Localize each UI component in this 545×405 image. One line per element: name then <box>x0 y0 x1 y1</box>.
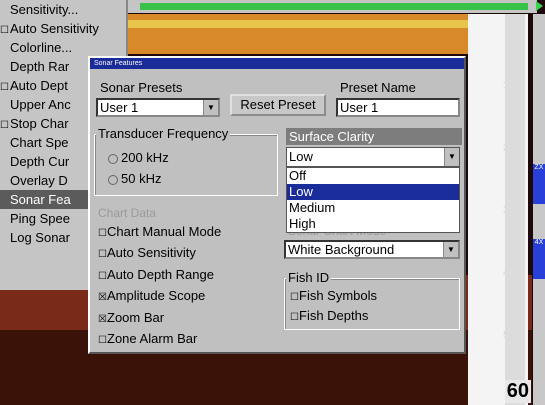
menu-item-label: Sonar Fea <box>10 192 71 207</box>
depth-label-40: 40 <box>503 268 515 279</box>
sonar-features-dialog: Sonar Features Sonar Presets User 1 ▼ Re… <box>88 56 466 354</box>
progress-strip <box>140 3 528 10</box>
menu-item-label: Sensitivity... <box>10 2 79 17</box>
sonar-presets-select[interactable]: User 1 ▼ <box>96 98 220 117</box>
option-low[interactable]: Low <box>287 184 459 200</box>
checkbox-chart-manual-mode[interactable]: ☐Chart Manual Mode <box>98 224 221 239</box>
preset-name-input[interactable]: User 1 <box>336 98 460 117</box>
menu-item-label: Auto Dept <box>10 78 68 93</box>
checkbox-fish-symbols[interactable]: ☐Fish Symbols <box>290 288 377 303</box>
surface-clarity-title: Surface Clarity <box>286 128 462 145</box>
radio-icon <box>108 153 118 164</box>
sonar-presets-value: User 1 <box>100 100 139 115</box>
top-status-bar <box>126 0 537 13</box>
radio-icon <box>108 174 118 185</box>
chevron-down-icon[interactable]: ▼ <box>443 242 458 257</box>
menu-item-label: Log Sonar <box>10 230 70 245</box>
checkbox-fish-depths[interactable]: ☐Fish Depths <box>290 308 368 323</box>
reset-preset-button[interactable]: Reset Preset <box>230 94 326 116</box>
checkbox-icon: ☐ <box>0 120 9 131</box>
checkbox-checked-icon: ☒ <box>98 314 107 325</box>
preset-name-label: Preset Name <box>340 80 416 95</box>
menu-item-sensitivity[interactable]: Sensitivity... <box>0 0 126 19</box>
radio-50khz[interactable]: 50 kHz <box>108 171 161 186</box>
checkbox-checked-icon: ☒ <box>98 292 107 303</box>
depth-label-10: 10 <box>503 80 515 91</box>
menu-item-label: Depth Rar <box>10 59 70 74</box>
chart-mode-select[interactable]: White Background ▼ <box>284 240 460 259</box>
menu-item-label: Ping Spee <box>10 211 70 226</box>
checkbox-icon: ☐ <box>98 335 107 346</box>
play-icon[interactable] <box>536 1 543 11</box>
depth-scale: ZX 4X <box>533 14 545 405</box>
transducer-frequency-title: Transducer Frequency <box>96 126 231 141</box>
checkbox-auto-depth-range[interactable]: ☐Auto Depth Range <box>98 267 214 282</box>
zoom-tab-top[interactable]: ZX <box>533 164 545 204</box>
chart-mode-value: White Background <box>288 242 395 257</box>
fish-id-title: Fish ID <box>286 270 332 285</box>
depth-label-20: 20 <box>503 143 515 154</box>
surface-clarity-options: Off Low Medium High <box>286 167 460 233</box>
checkbox-icon: ☐ <box>98 271 107 282</box>
surface-clarity-select[interactable]: Low ▼ <box>286 147 460 167</box>
option-off[interactable]: Off <box>287 168 459 184</box>
checkbox-auto-sensitivity[interactable]: ☐Auto Sensitivity <box>98 245 196 260</box>
checkbox-icon: ☐ <box>0 25 9 36</box>
chevron-down-icon[interactable]: ▼ <box>444 148 459 166</box>
depth-max-label: 60 <box>504 380 531 403</box>
zoom-tab-mid[interactable]: 4X <box>533 239 545 279</box>
menu-item-label: Auto Sensitivity <box>10 21 99 36</box>
radio-200khz[interactable]: 200 kHz <box>108 150 169 165</box>
chart-data-label: Chart Data <box>98 206 157 220</box>
menu-item-label: Stop Char <box>10 116 69 131</box>
depth-label-50: 50 <box>503 330 515 341</box>
sonar-screen: ZX 4X 10 20 30 40 50 60 Sensitivity... ☐… <box>0 0 545 405</box>
depth-label-30: 30 <box>503 205 515 216</box>
option-high[interactable]: High <box>287 216 459 232</box>
checkbox-icon: ☐ <box>98 228 107 239</box>
menu-item-label: Upper Anc <box>10 97 71 112</box>
menu-item-label: Colorline... <box>10 40 73 55</box>
menu-item-auto-sensitivity[interactable]: ☐Auto Sensitivity <box>0 19 126 38</box>
dialog-title: Sonar Features <box>90 58 464 69</box>
checkbox-icon: ☐ <box>290 312 299 323</box>
checkbox-zoom-bar[interactable]: ☒Zoom Bar <box>98 310 164 325</box>
checkbox-icon: ☐ <box>98 249 107 260</box>
menu-item-label: Chart Spe <box>10 135 69 150</box>
checkbox-icon: ☐ <box>290 292 299 303</box>
menu-item-label: Overlay D <box>10 173 68 188</box>
checkbox-zone-alarm-bar[interactable]: ☐Zone Alarm Bar <box>98 331 197 346</box>
menu-item-label: Depth Cur <box>10 154 70 169</box>
checkbox-icon: ☐ <box>0 82 9 93</box>
checkbox-amplitude-scope[interactable]: ☒Amplitude Scope <box>98 288 205 303</box>
sonar-presets-label: Sonar Presets <box>100 80 183 95</box>
menu-item-colorline[interactable]: Colorline... <box>0 38 126 57</box>
transducer-frequency-group <box>94 134 278 196</box>
option-medium[interactable]: Medium <box>287 200 459 216</box>
surface-clarity-value: Low <box>289 149 313 164</box>
chevron-down-icon[interactable]: ▼ <box>203 100 218 115</box>
